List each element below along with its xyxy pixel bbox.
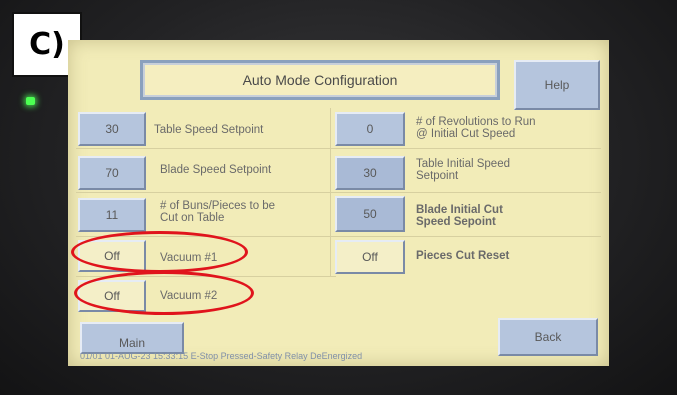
revolutions-initial-cut-value: 0: [366, 122, 374, 136]
vacuum-1-label: Vacuum #1: [160, 252, 218, 264]
buns-pieces-label-line2: Cut on Table: [160, 212, 225, 225]
vacuum-1-value: Off: [104, 249, 120, 263]
screen-title-text: Auto Mode Configuration: [242, 72, 398, 88]
grid-line: [76, 148, 601, 149]
pieces-cut-reset-value: Off: [362, 250, 378, 264]
grid-line: [330, 108, 331, 276]
blade-speed-setpoint-input[interactable]: 70: [78, 156, 146, 190]
alarm-status-bar: 01/01 01-AUG-23 15:33:15 E-Stop Pressed-…: [80, 351, 363, 361]
blade-initial-label-line2: Speed Sepoint: [416, 216, 496, 229]
vacuum-2-toggle[interactable]: Off: [78, 280, 146, 312]
grid-line: [76, 276, 336, 277]
buns-pieces-to-cut-label: # of Buns/Pieces to be Cut on Table: [160, 200, 275, 224]
table-initial-speed-value: 30: [363, 166, 377, 180]
table-initial-label-line1: Table Initial Speed: [416, 158, 510, 170]
table-speed-setpoint-input[interactable]: 30: [78, 112, 146, 146]
vacuum-2-value: Off: [104, 289, 120, 303]
table-initial-speed-label: Table Initial Speed Setpoint: [416, 158, 510, 182]
table-speed-setpoint-label: Table Speed Setpoint: [154, 124, 264, 136]
blade-initial-cut-speed-input[interactable]: 50: [335, 196, 405, 232]
blade-speed-setpoint-label: Blade Speed Setpoint: [160, 164, 272, 176]
table-initial-label-line2: Setpoint: [416, 170, 459, 183]
hmi-screen: Auto Mode Configuration Help 30 Table Sp…: [68, 40, 609, 366]
grid-line: [76, 192, 601, 193]
table-initial-speed-input[interactable]: 30: [335, 156, 405, 190]
help-button[interactable]: Help: [514, 60, 600, 110]
screen-title: Auto Mode Configuration: [140, 60, 500, 100]
revolutions-label-line1: # of Revolutions to Run: [416, 116, 536, 128]
revolutions-initial-cut-input[interactable]: 0: [335, 112, 405, 146]
blade-initial-label-line1: Blade Initial Cut: [416, 204, 503, 216]
pieces-cut-reset-label: Pieces Cut Reset: [416, 250, 510, 262]
back-button-label: Back: [534, 330, 562, 344]
blade-initial-cut-speed-label: Blade Initial Cut Speed Sepoint: [416, 204, 503, 228]
table-speed-setpoint-value: 30: [105, 122, 119, 136]
vacuum-1-toggle[interactable]: Off: [78, 240, 146, 272]
blade-speed-setpoint-value: 70: [105, 166, 119, 180]
revolutions-label-line2: @ Initial Cut Speed: [416, 128, 516, 141]
revolutions-initial-cut-label: # of Revolutions to Run @ Initial Cut Sp…: [416, 116, 536, 140]
status-led-icon: [26, 97, 35, 105]
buns-pieces-to-cut-value: 11: [105, 208, 119, 222]
vacuum-2-label: Vacuum #2: [160, 290, 218, 302]
buns-pieces-to-cut-input[interactable]: 11: [78, 198, 146, 232]
grid-line: [76, 236, 601, 237]
blade-initial-cut-speed-value: 50: [363, 207, 377, 221]
pieces-cut-reset-toggle[interactable]: Off: [335, 240, 405, 274]
help-button-label: Help: [544, 78, 570, 92]
buns-pieces-label-line1: # of Buns/Pieces to be: [160, 200, 276, 212]
